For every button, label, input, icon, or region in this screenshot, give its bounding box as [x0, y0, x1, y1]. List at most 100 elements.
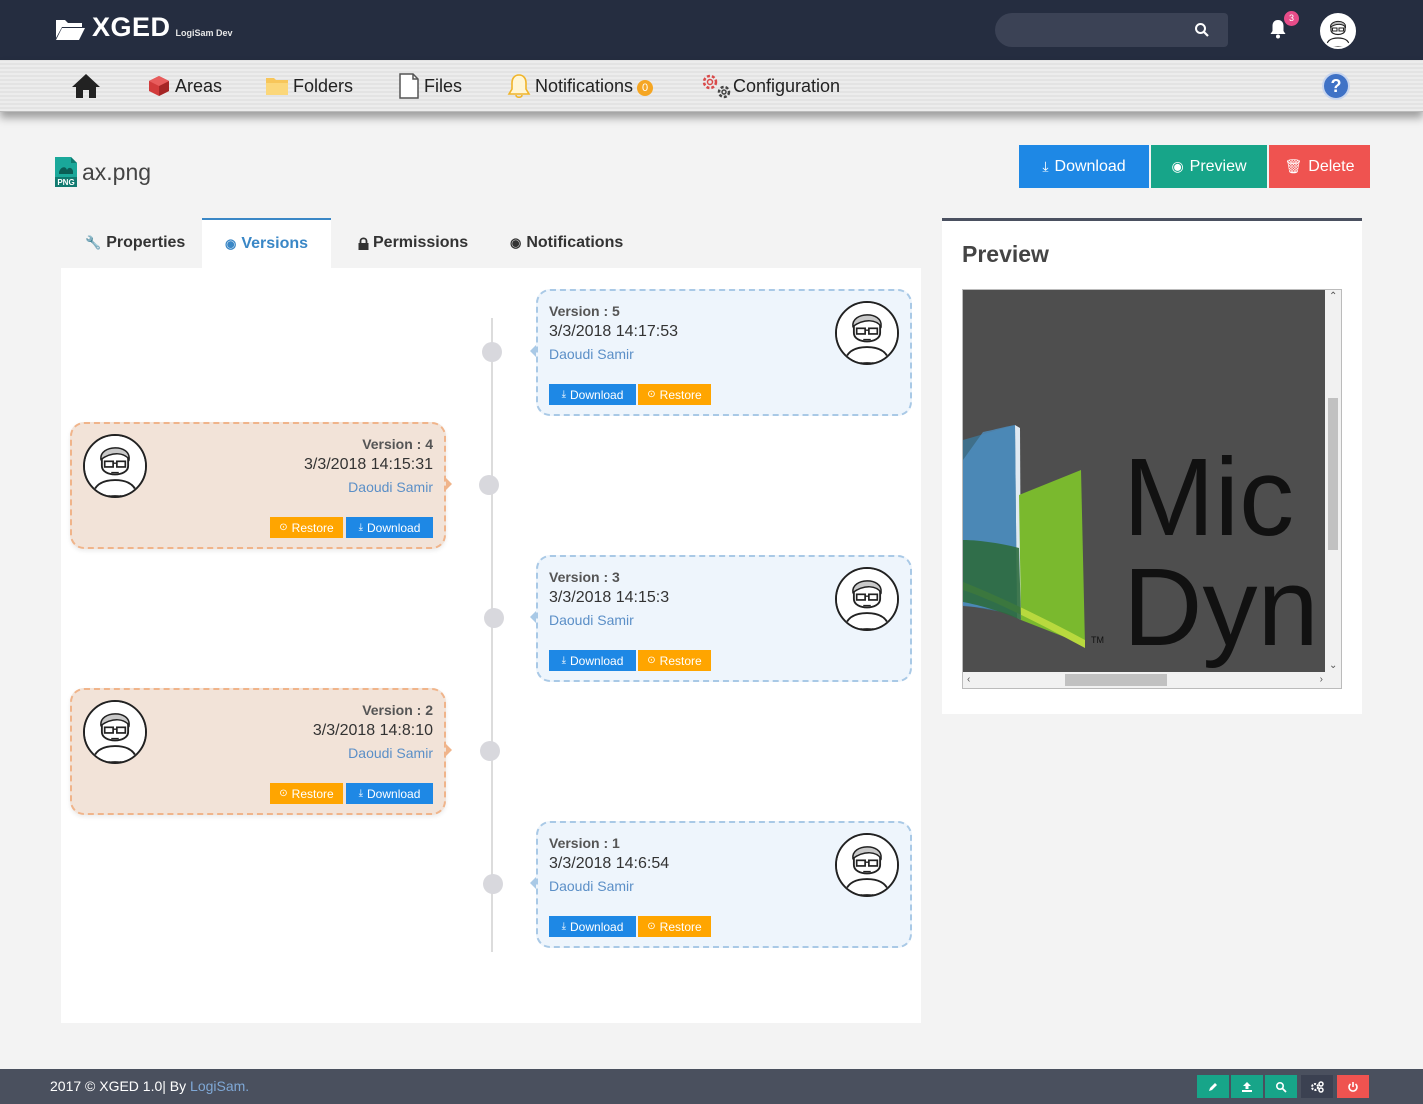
png-file-icon: PNG: [55, 157, 77, 187]
wrench-icon: 🔧: [85, 235, 102, 250]
delete-button[interactable]: 🗑 Delete: [1269, 145, 1370, 188]
clock-icon: ⊙: [647, 389, 656, 400]
tab-notifications[interactable]: ◉ Notifications: [510, 218, 623, 268]
footer-settings-button[interactable]: [1301, 1075, 1333, 1098]
version-restore-label: Restore: [291, 520, 334, 535]
scroll-up-icon[interactable]: ⌃: [1329, 291, 1337, 302]
main-nav: Areas Folders Files Notifications 0 Conf…: [0, 60, 1423, 112]
timeline-dot: [480, 741, 500, 761]
version-user[interactable]: Daoudi Samir: [348, 479, 433, 495]
nav-folders[interactable]: Folders: [265, 60, 353, 112]
tab-versions[interactable]: ◉ Versions: [202, 218, 331, 268]
download-button[interactable]: ⤓ Download: [1019, 145, 1149, 188]
download-icon: ⤓: [358, 788, 364, 799]
upload-icon: [1242, 1081, 1252, 1092]
gears-icon: [702, 74, 731, 99]
download-icon: ⤓: [561, 655, 567, 666]
eye-icon: ◉: [510, 235, 522, 250]
version-date: 3/3/2018 14:6:54: [549, 855, 670, 872]
cube-icon: [149, 76, 169, 96]
version-restore-button[interactable]: ⊙ Restore: [638, 650, 711, 671]
delete-button-label: Delete: [1308, 157, 1355, 175]
nav-configuration-label: Configuration: [733, 75, 841, 96]
top-bar: XGED LogiSam Dev 3: [0, 0, 1423, 60]
scroll-down-icon[interactable]: ⌄: [1329, 660, 1337, 671]
nav-files[interactable]: Files: [398, 60, 462, 112]
horizontal-scrollbar[interactable]: ‹ ›: [963, 672, 1327, 688]
bell-outline-icon: [507, 74, 531, 99]
brand[interactable]: XGED LogiSam Dev: [54, 12, 233, 42]
version-date: 3/3/2018 14:17:53: [549, 323, 679, 340]
tab-properties[interactable]: 🔧 Properties: [85, 218, 185, 268]
version-download-label: Download: [367, 786, 421, 801]
avatar: [835, 567, 899, 631]
version-card: Version : 3 3/3/2018 14:15:3 Daoudi Sami…: [530, 555, 912, 682]
avatar-icon: [837, 303, 897, 363]
version-download-button[interactable]: ⤓ Download: [346, 783, 433, 804]
version-label: Version : 5: [549, 303, 620, 319]
brand-subtitle: LogiSam Dev: [175, 28, 233, 38]
clock-icon: ⊙: [647, 655, 656, 666]
home-icon: [72, 74, 100, 98]
search-icon[interactable]: [1194, 22, 1210, 38]
download-icon: ⤓: [1042, 158, 1049, 174]
version-restore-label: Restore: [659, 653, 702, 668]
nav-configuration[interactable]: Configuration: [700, 60, 840, 112]
version-download-button[interactable]: ⤓ Download: [346, 517, 433, 538]
help-icon[interactable]: ?: [1322, 72, 1350, 100]
horizontal-scroll-thumb[interactable]: [1065, 674, 1167, 686]
version-download-label: Download: [570, 653, 624, 668]
folder-icon: [266, 78, 288, 95]
version-label: Version : 1: [549, 835, 620, 851]
version-download-button[interactable]: ⤓ Download: [549, 916, 636, 937]
footer-upload-button[interactable]: [1231, 1075, 1263, 1098]
avatar-icon: [85, 702, 145, 762]
clock-icon: ⊙: [279, 788, 288, 799]
version-restore-label: Restore: [291, 786, 334, 801]
version-restore-button[interactable]: ⊙ Restore: [270, 783, 343, 804]
version-label: Version : 2: [362, 702, 433, 718]
scroll-right-icon[interactable]: ›: [1320, 674, 1323, 685]
pencil-icon: [1209, 1082, 1217, 1091]
user-avatar[interactable]: [1320, 13, 1356, 49]
tab-notifications-label: Notifications: [526, 234, 624, 251]
avatar: [835, 833, 899, 897]
version-download-button[interactable]: ⤓ Download: [549, 650, 636, 671]
nav-areas[interactable]: Areas: [147, 60, 222, 112]
version-download-label: Download: [570, 919, 624, 934]
avatar: [83, 700, 147, 764]
version-user[interactable]: Daoudi Samir: [348, 745, 433, 761]
version-restore-label: Restore: [659, 387, 702, 402]
avatar-icon: [837, 569, 897, 629]
preview-button[interactable]: ◉ Preview: [1151, 145, 1267, 188]
version-restore-button[interactable]: ⊙ Restore: [638, 916, 711, 937]
avatar-icon: [837, 835, 897, 895]
footer: 2017 © XGED 1.0| By LogiSam.: [0, 1069, 1423, 1104]
footer-link[interactable]: LogiSam.: [190, 1078, 249, 1094]
version-restore-button[interactable]: ⊙ Restore: [638, 384, 711, 405]
timeline-dot: [483, 874, 503, 894]
version-user[interactable]: Daoudi Samir: [549, 346, 634, 362]
vertical-scrollbar[interactable]: ⌃ ⌄: [1325, 290, 1341, 673]
version-date: 3/3/2018 14:15:3: [549, 589, 670, 606]
nav-home[interactable]: [70, 60, 102, 112]
vertical-scroll-thumb[interactable]: [1328, 398, 1338, 550]
footer-edit-button[interactable]: [1197, 1075, 1229, 1098]
version-download-button[interactable]: ⤓ Download: [549, 384, 636, 405]
scroll-left-icon[interactable]: ‹: [967, 674, 970, 685]
footer-search-button[interactable]: [1265, 1075, 1297, 1098]
nav-notifications-badge: 0: [637, 80, 654, 96]
nav-files-label: Files: [424, 75, 463, 96]
nav-notifications[interactable]: Notifications 0: [507, 60, 654, 112]
version-restore-button[interactable]: ⊙ Restore: [270, 517, 343, 538]
preview-viewer[interactable]: Mic Dyn TM ⌃ ⌄ ‹ ›: [962, 289, 1342, 689]
version-user[interactable]: Daoudi Samir: [549, 878, 634, 894]
clock-icon: ⊙: [279, 522, 288, 533]
footer-logout-button[interactable]: [1337, 1075, 1369, 1098]
version-user[interactable]: Daoudi Samir: [549, 612, 634, 628]
search-input[interactable]: [995, 13, 1228, 47]
version-card: Version : 2 3/3/2018 14:8:10 Daoudi Sami…: [70, 688, 452, 815]
tab-permissions[interactable]: Permissions: [358, 218, 468, 268]
avatar-icon: [1322, 15, 1354, 47]
version-card: Version : 4 3/3/2018 14:15:31 Daoudi Sam…: [70, 422, 452, 549]
